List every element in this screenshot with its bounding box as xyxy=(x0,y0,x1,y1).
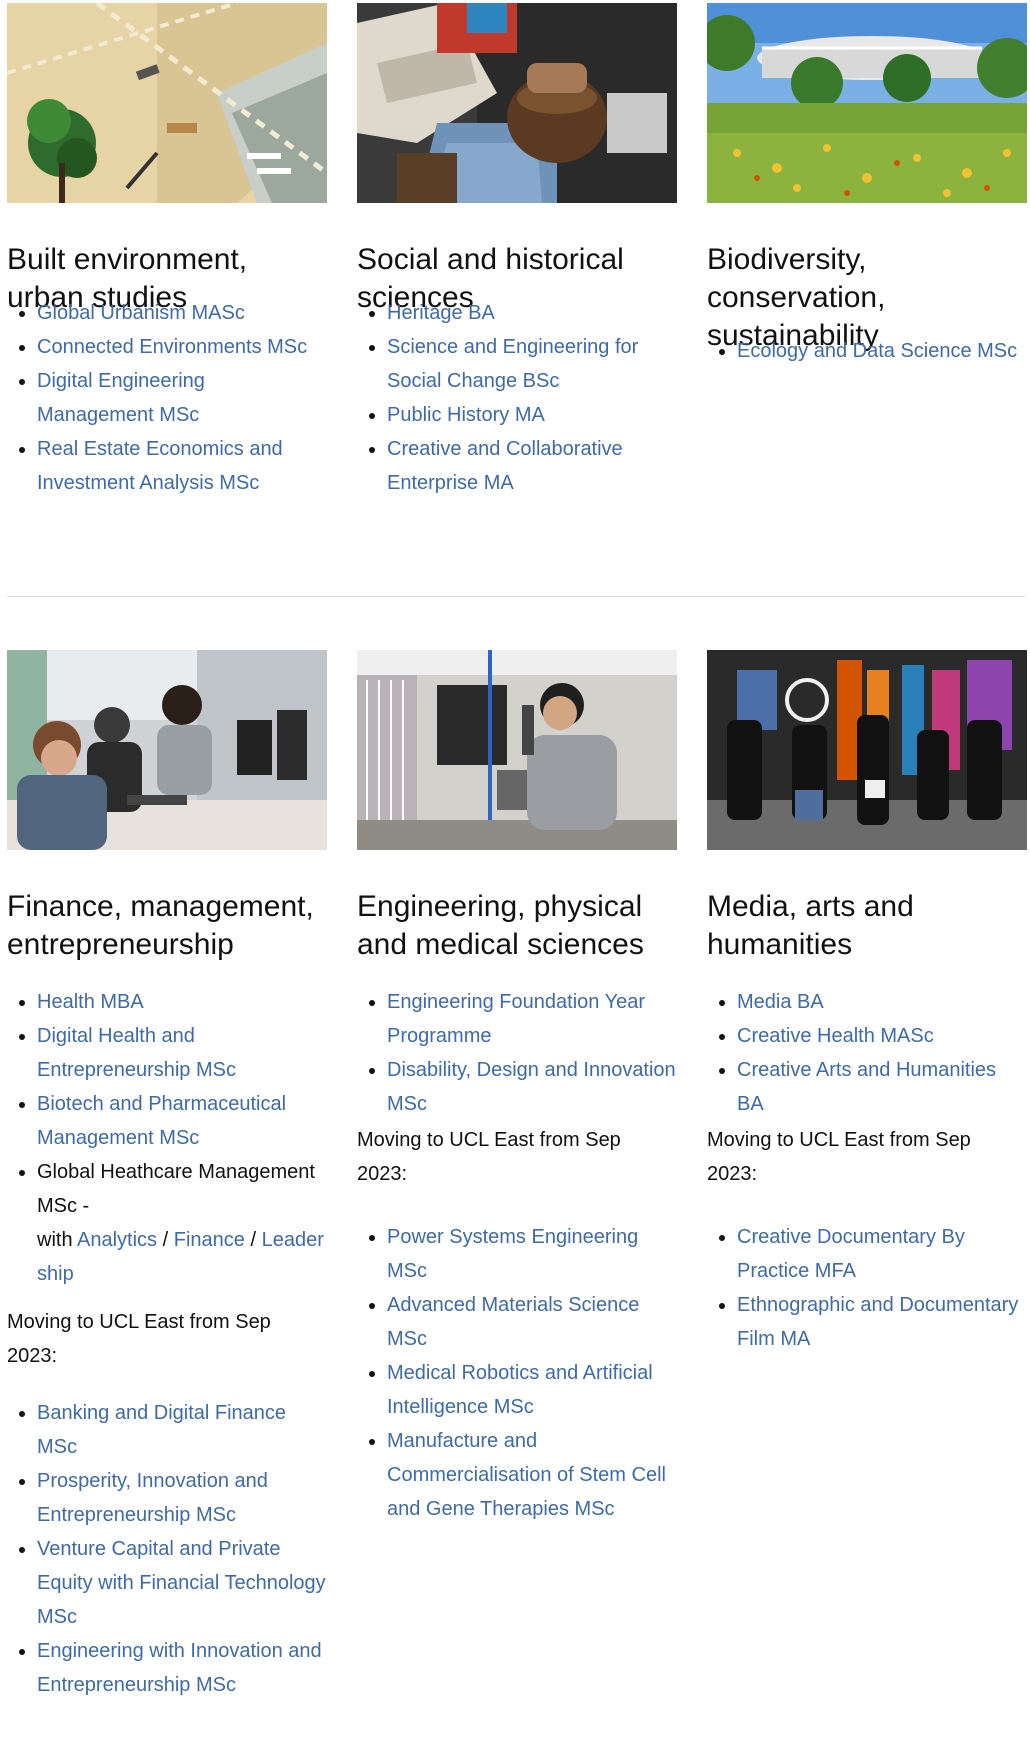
list-item: Science and Engineering for Social Chang… xyxy=(387,330,677,398)
course-link[interactable]: Creative and Collaborative Enterprise MA xyxy=(387,438,623,494)
card-heading: Finance, management, entrepreneurship xyxy=(7,890,314,961)
separator: / xyxy=(162,1229,169,1251)
course-link[interactable]: Medical Robotics and Artificial Intellig… xyxy=(387,1362,653,1418)
course-link[interactable]: Advanced Materials Science MSc xyxy=(387,1294,639,1350)
list-item: Heritage BA xyxy=(387,296,677,330)
course-link[interactable]: Ecology and Data Science MSc xyxy=(737,340,1017,362)
list-item: Creative Documentary By Practice MFA xyxy=(737,1220,1027,1288)
list-item: Prosperity, Innovation and Entrepreneurs… xyxy=(37,1464,327,1532)
course-link[interactable]: Creative Documentary By Practice MFA xyxy=(737,1226,965,1282)
course-link[interactable]: Media BA xyxy=(737,991,824,1013)
photo-drumming xyxy=(357,3,677,203)
list-item: Manufacture and Commercialisation of Ste… xyxy=(387,1424,677,1526)
course-link[interactable]: Creative Arts and Humanities BA xyxy=(737,1059,996,1115)
course-list: Global Urbanism MASc Connected Environme… xyxy=(7,296,327,500)
photo-lab-engineer xyxy=(357,650,677,850)
list-item: Global Urbanism MASc xyxy=(37,296,327,330)
course-link[interactable]: Global Urbanism MASc xyxy=(37,302,245,324)
course-link[interactable]: Engineering with Innovation and Entrepre… xyxy=(37,1640,322,1696)
list-item: Public History MA xyxy=(387,398,677,432)
course-link[interactable]: Heritage BA xyxy=(387,302,495,324)
course-link-finance[interactable]: Finance xyxy=(174,1229,245,1251)
course-link[interactable]: Health MBA xyxy=(37,991,144,1013)
list-item: Global Heathcare Management MSc - with A… xyxy=(37,1155,327,1291)
course-link[interactable]: Real Estate Economics and Investment Ana… xyxy=(37,438,283,494)
section-divider xyxy=(7,596,1025,597)
list-item: Creative Health MASc xyxy=(737,1019,1027,1053)
course-link[interactable]: Science and Engineering for Social Chang… xyxy=(387,336,638,392)
list-item: Power Systems Engineering MSc xyxy=(387,1220,677,1288)
course-link[interactable]: Connected Environments MSc xyxy=(37,336,307,358)
list-item: Media BA xyxy=(737,985,1027,1019)
list-item: Digital Health and Entrepreneurship MSc xyxy=(37,1019,327,1087)
course-link[interactable]: Creative Health MASc xyxy=(737,1025,934,1047)
moving-note: Moving to UCL East from Sep 2023: xyxy=(357,1129,621,1185)
course-link[interactable]: Venture Capital and Private Equity with … xyxy=(37,1538,326,1628)
photo-graffiti-wall xyxy=(707,650,1027,850)
card-heading: Media, arts and humanities xyxy=(707,890,914,961)
course-list: Media BA Creative Health MASc Creative A… xyxy=(707,985,1027,1121)
list-item: Digital Engineering Management MSc xyxy=(37,364,327,432)
course-link[interactable]: Manufacture and Commercialisation of Ste… xyxy=(387,1430,666,1520)
course-link[interactable]: Biotech and Pharmaceutical Management MS… xyxy=(37,1093,286,1149)
list-item: Biotech and Pharmaceutical Management MS… xyxy=(37,1087,327,1155)
list-item: Connected Environments MSc xyxy=(37,330,327,364)
list-item: Creative Arts and Humanities BA xyxy=(737,1053,1027,1121)
course-link[interactable]: Engineering Foundation Year Programme xyxy=(387,991,645,1047)
list-item: Real Estate Economics and Investment Ana… xyxy=(37,432,327,500)
course-link[interactable]: Ethnographic and Documentary Film MA xyxy=(737,1294,1018,1350)
list-item: Banking and Digital Finance MSc xyxy=(37,1396,327,1464)
course-link[interactable]: Digital Engineering Management MSc xyxy=(37,370,205,426)
course-list: Engineering Foundation Year Programme Di… xyxy=(357,985,677,1121)
list-item: Ethnographic and Documentary Film MA xyxy=(737,1288,1027,1356)
course-list: Ecology and Data Science MSc xyxy=(707,334,1027,368)
moving-course-list: Banking and Digital Finance MSc Prosperi… xyxy=(7,1396,327,1702)
course-link[interactable]: Power Systems Engineering MSc xyxy=(387,1226,638,1282)
list-item: Creative and Collaborative Enterprise MA xyxy=(387,432,677,500)
course-list: Health MBA Digital Health and Entreprene… xyxy=(7,985,327,1291)
course-link-analytics[interactable]: Analytics xyxy=(77,1229,157,1251)
separator: / xyxy=(250,1229,257,1251)
list-item: Engineering Foundation Year Programme xyxy=(387,985,677,1053)
list-item: Venture Capital and Private Equity with … xyxy=(37,1532,327,1634)
list-item: Ecology and Data Science MSc xyxy=(737,334,1027,368)
moving-course-list: Creative Documentary By Practice MFA Eth… xyxy=(707,1220,1027,1356)
list-item: Advanced Materials Science MSc xyxy=(387,1288,677,1356)
card-heading: Engineering, physical and medical scienc… xyxy=(357,890,644,961)
photo-office-workers xyxy=(7,650,327,850)
moving-note: Moving to UCL East from Sep 2023: xyxy=(7,1311,271,1367)
list-item: Disability, Design and Innovation MSc xyxy=(387,1053,677,1121)
list-item: Engineering with Innovation and Entrepre… xyxy=(37,1634,327,1702)
course-text: Global Heathcare Management MSc - xyxy=(37,1161,315,1217)
course-link[interactable]: Prosperity, Innovation and Entrepreneurs… xyxy=(37,1470,268,1526)
list-item: Health MBA xyxy=(37,985,327,1019)
course-link[interactable]: Banking and Digital Finance MSc xyxy=(37,1402,286,1458)
list-item: Medical Robotics and Artificial Intellig… xyxy=(387,1356,677,1424)
moving-note: Moving to UCL East from Sep 2023: xyxy=(707,1129,971,1185)
moving-course-list: Power Systems Engineering MSc Advanced M… xyxy=(357,1220,677,1526)
course-link[interactable]: Disability, Design and Innovation MSc xyxy=(387,1059,676,1115)
course-link[interactable]: Public History MA xyxy=(387,404,545,426)
course-with-label: with xyxy=(37,1229,73,1251)
photo-urban-aerial xyxy=(7,3,327,203)
course-link[interactable]: Digital Health and Entrepreneurship MSc xyxy=(37,1025,236,1081)
photo-meadow-stadium xyxy=(707,3,1027,203)
course-list: Heritage BA Science and Engineering for … xyxy=(357,296,677,500)
